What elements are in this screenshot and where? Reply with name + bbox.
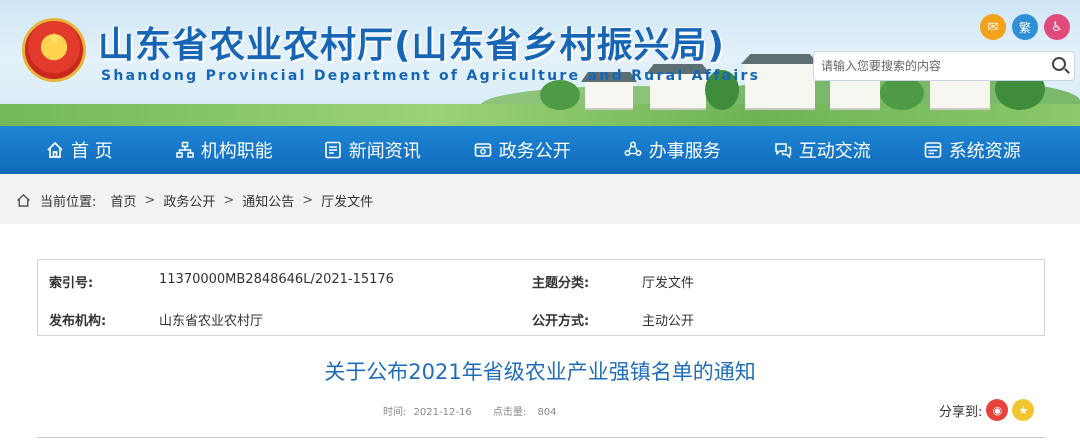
clicks-value: 804 — [537, 407, 557, 418]
breadcrumb-item-open-affairs[interactable]: 政务公开 — [163, 191, 215, 210]
header-tree — [880, 76, 924, 110]
topic-value: 厅发文件 — [642, 276, 695, 291]
search-box — [813, 51, 1075, 81]
search-input[interactable] — [821, 59, 1041, 73]
top-toolbar: ✉ 繁 ♿ — [980, 14, 1070, 40]
breadcrumb-item-home[interactable]: 首页 — [110, 191, 136, 210]
breadcrumb-item-dept-documents[interactable]: 厅发文件 — [321, 191, 373, 210]
site-subtitle: Shandong Provincial Department of Agricu… — [101, 68, 761, 84]
nav-item-label: 办事服务 — [648, 141, 721, 162]
breadcrumb-prefix: 当前位置: — [40, 195, 97, 210]
publisher-value: 山东省农业农村厅 — [159, 314, 264, 329]
qzone-star-icon[interactable]: ★ — [1012, 399, 1035, 421]
topic-label: 主题分类: — [532, 276, 590, 291]
method-label: 公开方式: — [532, 314, 590, 329]
nav-item-label: 系统资源 — [948, 141, 1021, 162]
nav-item-label: 新闻资讯 — [348, 141, 421, 162]
time-value: 2021-12-16 — [413, 407, 472, 418]
header-house — [830, 78, 880, 110]
nav-item-home[interactable]: 首 页 — [45, 137, 113, 163]
nav-item-interaction[interactable]: 互动交流 — [773, 137, 871, 163]
service-icon — [624, 141, 642, 156]
accessibility-icon[interactable]: ♿ — [1044, 14, 1070, 40]
share-bar: 分享到: ◉ ★ — [939, 399, 1035, 421]
index-value: 11370000MB2848646L/2021-15176 — [159, 272, 394, 287]
article-info: 时间: 2021-12-16 点击量: 804 — [383, 403, 557, 418]
national-emblem-logo[interactable]: ★ — [22, 18, 86, 82]
method-value: 主动公开 — [642, 314, 695, 329]
resources-icon — [924, 142, 942, 158]
traditional-chinese-toggle[interactable]: 繁 — [1012, 14, 1038, 40]
index-label: 索引号: — [49, 276, 94, 291]
nav-item-label: 机构职能 — [200, 141, 273, 162]
breadcrumb-item-notices[interactable]: 通知公告 — [242, 191, 294, 210]
content-divider — [37, 437, 1045, 438]
publisher-label: 发布机构: — [49, 314, 107, 329]
star-icon: ★ — [46, 29, 62, 48]
weibo-icon[interactable]: ◉ — [986, 399, 1009, 421]
nav-item-news[interactable]: 新闻资讯 — [323, 137, 421, 163]
breadcrumb-separator: > — [302, 193, 314, 208]
search-icon[interactable] — [1052, 57, 1066, 71]
nav-item-label: 互动交流 — [798, 141, 871, 162]
nav-item-resources[interactable]: 系统资源 — [923, 137, 1021, 163]
news-icon — [324, 141, 341, 159]
site-title[interactable]: 山东省农业农村厅(山东省乡村振兴局) — [98, 16, 725, 68]
chat-icon — [774, 143, 791, 159]
mail-icon[interactable]: ✉ — [980, 14, 1006, 40]
breadcrumb: 当前位置: 首页 > 政务公开 > 通知公告 > 厅发文件 — [0, 174, 1080, 224]
meta-row: 索引号: 11370000MB2848646L/2021-15176 主题分类:… — [38, 260, 1044, 298]
breadcrumb-separator: > — [223, 193, 235, 208]
site-header: ★ 山东省农业农村厅(山东省乡村振兴局) Shandong Provincial… — [0, 0, 1080, 126]
header-field — [0, 104, 1080, 126]
header-house — [585, 82, 633, 110]
meta-row: 发布机构: 山东省农业农村厅 公开方式: 主动公开 — [38, 298, 1044, 336]
nav-item-label: 首 页 — [71, 141, 113, 162]
nav-item-service[interactable]: 办事服务 — [623, 137, 721, 163]
header-tree — [540, 80, 580, 110]
clicks-label: 点击量: — [492, 407, 527, 418]
open-affairs-icon — [474, 143, 492, 157]
nav-item-open-affairs[interactable]: 政务公开 — [473, 137, 571, 163]
breadcrumb-separator: > — [144, 193, 156, 208]
home-icon — [47, 141, 63, 158]
article-title: 关于公布2021年省级农业产业强镇名单的通知 — [324, 360, 756, 384]
nav-item-label: 政务公开 — [498, 141, 571, 162]
share-label: 分享到: — [939, 404, 983, 420]
nav-item-org[interactable]: 机构职能 — [175, 137, 273, 163]
home-icon — [17, 193, 30, 207]
time-label: 时间: — [383, 407, 407, 418]
main-nav: 首 页 机构职能 新闻资讯 政务公开 办事服务 互动交流 系统资源 — [0, 126, 1080, 174]
document-meta-table: 索引号: 11370000MB2848646L/2021-15176 主题分类:… — [37, 259, 1045, 336]
org-chart-icon — [175, 141, 194, 158]
